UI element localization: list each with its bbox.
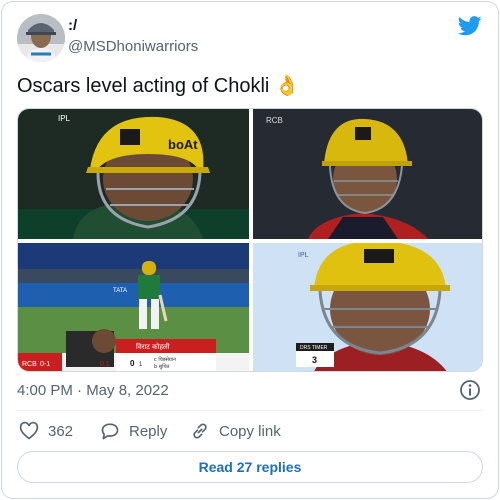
ipl-watermark: IPL [58,114,71,123]
speech-bubble-icon [101,423,119,440]
media-image-2[interactable]: RCB [253,109,483,239]
like-button[interactable]: 362 [19,420,73,442]
dismissal-caught: c चिक्सेयान [154,356,176,363]
heart-icon [19,421,39,440]
media-image-4[interactable]: IPL DRS TIMER 3 [253,240,483,372]
media-image-1[interactable]: boAt IPL [18,109,249,239]
score-team: RCB [22,361,37,368]
tata-banner: TATA [113,288,127,294]
rcb-logo: RCB [266,116,283,125]
avatar[interactable] [17,14,65,62]
drs-timer-label: DRS TIMER [300,345,328,351]
info-icon[interactable] [459,379,481,401]
copy-link-button[interactable]: Copy link [190,420,281,442]
helmet-brand-label: boAt [168,137,198,152]
copy-link-label: Copy link [219,422,281,440]
media-gutter-horizontal [18,239,482,243]
batter-score: 0 [130,359,135,368]
divider [17,410,483,411]
user-handle[interactable]: @MSDhoniwarriors [68,38,198,55]
drs-timer-value: 3 [312,355,317,365]
score-value: 0-1 [40,361,50,368]
profile-photo [17,14,65,62]
batter-name: विराट कोहली [136,342,170,351]
tweet-timestamp[interactable]: 4:00 PM · May 8, 2022 [17,382,169,399]
like-count: 362 [48,422,74,440]
reply-button[interactable]: Reply [100,420,167,442]
twitter-bird-icon[interactable] [458,16,482,36]
ipl-watermark-2: IPL [298,252,309,259]
media-image-3[interactable]: TATA RCB 0-1 विराट कोहली 0 1 c चिक्सेयान… [18,243,249,372]
user-display-name[interactable]: :/ [68,17,77,34]
reply-label: Reply [129,422,168,440]
read-replies-button[interactable]: Read 27 replies [17,451,483,483]
tweet-media-grid[interactable]: boAt IPL RCB TATA RCB 0-1 विराट कोहली 0 … [17,108,483,372]
tweet-text-body: Oscars level acting of Chokli [17,75,270,97]
ok-hand-emoji: 👌 [274,75,300,97]
dismissal-bowled: b सुचित [154,363,170,370]
link-icon [193,423,207,439]
tweet-text: Oscars level acting of Chokli 👌 [17,74,300,98]
score-over: 0.1 [100,361,110,368]
